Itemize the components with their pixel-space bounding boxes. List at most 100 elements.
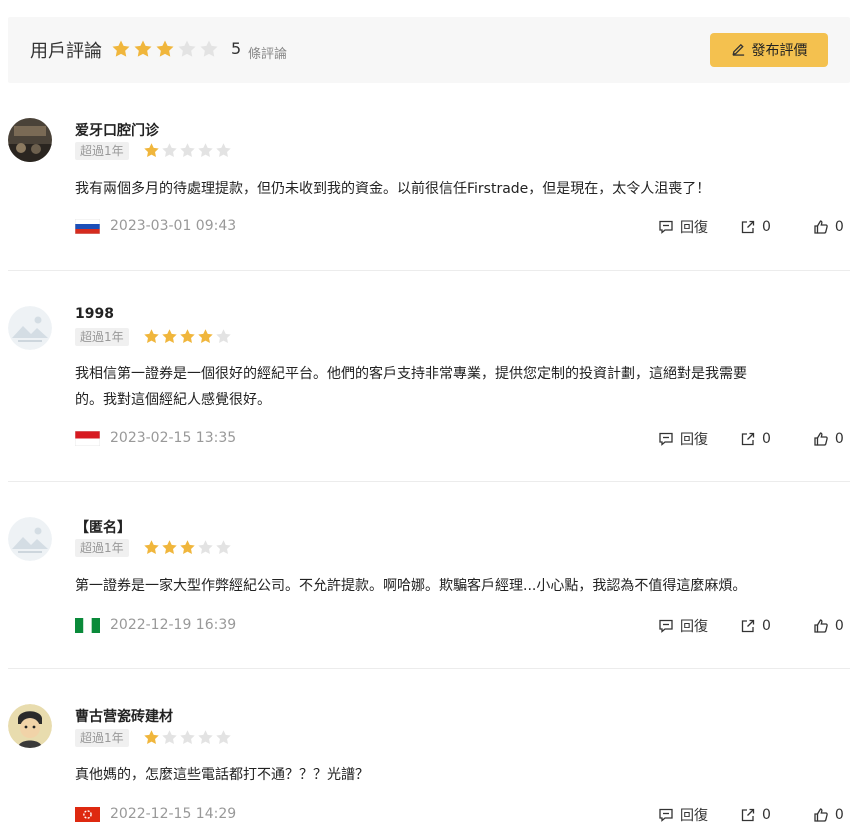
reviews-title: 用戶評論 [30, 41, 102, 62]
review-meta: 2023-03-01 09:43 [74, 218, 237, 234]
share-count: 0 [762, 807, 771, 823]
publish-review-label: 發布評價 [751, 43, 808, 59]
share-count: 0 [762, 431, 771, 447]
review-text-line: 的。我對這個經紀人感覺很好。 [75, 392, 271, 408]
star-empty-icon [216, 143, 231, 158]
avatar[interactable] [8, 306, 52, 350]
reply-label: 回復 [680, 220, 708, 236]
review-item: 1998 超過1年 我相信第一證券是一個很好的經紀平台。他們的客戶支持非常專業，… [8, 306, 850, 482]
review-date: 2023-03-01 09:43 [110, 218, 237, 234]
russia-flag-icon [74, 218, 101, 234]
review-meta: 2023-02-15 13:35 [74, 430, 237, 446]
review-actions: 回復 0 0 [658, 805, 844, 825]
share-button[interactable]: 0 [740, 807, 771, 823]
review-text-line: 真他媽的，怎麼這些電話都打不通？？？光譜？ [75, 767, 369, 783]
review-actions: 回復 0 0 [658, 616, 844, 636]
review-text-line: 我相信第一證券是一個很好的經紀平台。他們的客戶支持非常專業，提供您定制的投資計劃… [75, 366, 747, 382]
share-button[interactable]: 0 [740, 219, 771, 235]
rating-stars [143, 729, 232, 746]
star-empty-icon [216, 540, 231, 555]
star-filled-icon [144, 143, 159, 158]
like-button[interactable]: 0 [813, 807, 844, 823]
comment-icon [658, 431, 674, 447]
comment-icon [658, 807, 674, 823]
star-empty-icon [180, 730, 195, 745]
star-empty-icon [178, 40, 196, 57]
like-count: 0 [834, 807, 844, 823]
star-filled-icon [144, 329, 159, 344]
star-filled-icon [198, 329, 213, 344]
star-filled-icon [180, 329, 195, 344]
review-item: 爱牙口腔门诊 超過1年 我有兩個多月的待處理提款，但仍未收到我的資金。以前很信任… [8, 118, 850, 271]
reviewer-name[interactable]: 1998 [75, 306, 114, 322]
review-actions: 回復 0 0 [658, 429, 844, 449]
rating-stars [143, 539, 232, 556]
avatar[interactable] [8, 704, 52, 748]
star-empty-icon [198, 143, 213, 158]
reviewer-name[interactable]: 【匿名】 [75, 517, 131, 537]
like-button[interactable]: 0 [813, 618, 844, 634]
star-filled-icon [180, 540, 195, 555]
review-date: 2022-12-15 14:29 [110, 806, 237, 822]
indonesia-flag-icon [74, 430, 101, 446]
reviewer-name[interactable]: 曹古营瓷砖建材 [75, 706, 173, 726]
reply-label: 回復 [680, 808, 708, 824]
star-empty-icon [216, 730, 231, 745]
avatar[interactable] [8, 517, 52, 561]
review-text-line: 我有兩個多月的待處理提款，但仍未收到我的資金。以前很信任Firstrade，但是… [75, 181, 711, 197]
review-count: 5 [231, 39, 242, 58]
thumbs-up-icon [813, 618, 829, 634]
review-meta: 2022-12-19 16:39 [75, 617, 236, 633]
thumbs-up-icon [813, 219, 829, 235]
tenure-badge: 超過1年 [75, 539, 129, 557]
pencil-icon [731, 41, 746, 60]
review-meta: 2022-12-15 14:29 [75, 806, 236, 822]
review-text: 真他媽的，怎麼這些電話都打不通？？？光譜？ [75, 762, 369, 788]
comment-icon [658, 618, 674, 634]
tenure-badge: 超過1年 [75, 328, 129, 346]
reply-button[interactable]: 回復 [658, 429, 708, 449]
reviewer-name[interactable]: 爱牙口腔门诊 [75, 120, 159, 140]
share-count: 0 [762, 618, 771, 634]
star-empty-icon [198, 540, 213, 555]
like-button[interactable]: 0 [813, 431, 844, 447]
share-count: 0 [762, 219, 771, 235]
reply-button[interactable]: 回復 [658, 217, 708, 237]
share-button[interactable]: 0 [740, 431, 771, 447]
reviews-header: 用戶評論 5 條評論 發布評價 [8, 17, 850, 83]
star-filled-icon [144, 730, 159, 745]
star-filled-icon [134, 40, 152, 57]
share-icon [740, 431, 756, 447]
like-button[interactable]: 0 [813, 219, 844, 235]
share-icon [740, 219, 756, 235]
review-item: 【匿名】 超過1年 第一證券是一家大型作弊經紀公司。不允許提款。啊哈娜。欺騙客戶… [8, 517, 850, 669]
like-count: 0 [834, 618, 844, 634]
thumbs-up-icon [813, 807, 829, 823]
like-count: 0 [834, 431, 844, 447]
review-item: 曹古营瓷砖建材 超過1年 真他媽的，怎麼這些電話都打不通？？？光譜？ 2022-… [8, 704, 850, 833]
thumbs-up-icon [813, 431, 829, 447]
star-filled-icon [144, 540, 159, 555]
comment-icon [658, 219, 674, 235]
share-icon [740, 807, 756, 823]
star-filled-icon [162, 329, 177, 344]
avatar[interactable] [8, 118, 52, 162]
star-filled-icon [156, 40, 174, 57]
publish-review-button[interactable]: 發布評價 [710, 33, 828, 67]
review-actions: 回復 0 0 [658, 217, 844, 237]
nigeria-flag-icon [75, 617, 100, 633]
share-icon [740, 618, 756, 634]
reply-button[interactable]: 回復 [658, 805, 708, 825]
review-text: 我相信第一證券是一個很好的經紀平台。他們的客戶支持非常專業，提供您定制的投資計劃… [75, 361, 747, 413]
tenure-badge: 超過1年 [75, 729, 129, 747]
star-empty-icon [200, 40, 218, 57]
star-filled-icon [112, 40, 130, 57]
review-date: 2023-02-15 13:35 [110, 430, 237, 446]
review-count-unit: 條評論 [248, 47, 288, 62]
hongkong-flag-icon [75, 806, 100, 822]
share-button[interactable]: 0 [740, 618, 771, 634]
reply-button[interactable]: 回復 [658, 616, 708, 636]
review-text: 第一證券是一家大型作弊經紀公司。不允許提款。啊哈娜。欺騙客戶經理...小心點，我… [75, 573, 746, 599]
star-filled-icon [162, 540, 177, 555]
star-empty-icon [162, 143, 177, 158]
